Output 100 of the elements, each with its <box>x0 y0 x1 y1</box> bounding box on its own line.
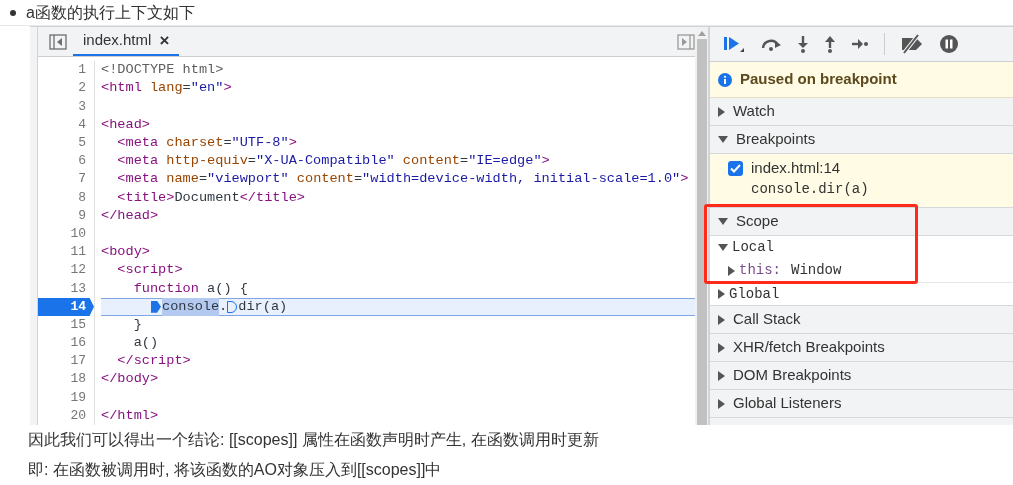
collapsed-triangle-icon[interactable] <box>718 106 725 117</box>
line-number: 8 <box>78 188 86 207</box>
line-number: 15 <box>70 315 86 334</box>
code-token: <body> <box>101 243 150 262</box>
line-number: 5 <box>78 134 86 152</box>
code-token: name <box>165 170 199 189</box>
line-number: 10 <box>70 224 86 243</box>
section-header[interactable]: Global Listeners <box>710 390 1013 418</box>
line-number: 17 <box>70 352 86 371</box>
code-token: charset <box>165 134 224 152</box>
code-token: = <box>353 170 363 189</box>
line-number: 19 <box>70 388 86 407</box>
step-into-icon[interactable] <box>797 35 809 53</box>
code-token: <head> <box>101 115 150 134</box>
code-token: </script> <box>116 352 191 371</box>
checkbox[interactable] <box>728 161 743 176</box>
collapsed-triangle-icon[interactable] <box>718 370 725 381</box>
bullet-icon <box>10 9 16 16</box>
code-token: "UTF-8" <box>231 134 289 152</box>
code-token: <meta <box>116 152 159 171</box>
code-token: } <box>132 315 142 334</box>
code-token: </html> <box>101 406 159 425</box>
step-out-icon[interactable] <box>824 35 836 53</box>
line-number: 1 <box>78 61 86 80</box>
section-header[interactable]: DOM Breakpoints <box>710 362 1013 390</box>
line-number: 3 <box>78 97 86 116</box>
breakpoint-code: console.dir(a) <box>751 179 869 199</box>
code-token: <title> <box>116 188 175 207</box>
step-over-icon[interactable] <box>760 37 782 51</box>
code-token: > <box>288 134 297 152</box>
line-number: 20 <box>70 406 86 425</box>
section-header[interactable]: Watch <box>710 98 1013 126</box>
code-token: > <box>541 152 550 171</box>
property-value: Window <box>791 261 842 280</box>
code-token: = <box>198 170 208 189</box>
collapsed-triangle-icon[interactable] <box>718 289 725 299</box>
code-token: "width=device-width, initial-scale=1.0" <box>362 170 681 189</box>
code-token: > <box>223 79 232 98</box>
resume-icon[interactable] <box>723 34 745 54</box>
deactivate-breakpoints-icon[interactable] <box>900 34 924 54</box>
line-number: 4 <box>78 115 86 134</box>
expanded-triangle-icon[interactable] <box>718 136 728 143</box>
line-number: 13 <box>70 279 86 298</box>
line-number: 16 <box>70 334 86 353</box>
pause-icon[interactable] <box>939 34 959 54</box>
step-icon[interactable] <box>851 38 869 50</box>
code-token: = <box>223 134 232 152</box>
code-token: </body> <box>101 370 159 389</box>
scope-item[interactable]: Global <box>710 282 1013 305</box>
code-token: </head> <box>101 206 159 225</box>
code-token: Document <box>174 188 240 207</box>
scope-property[interactable]: this: Window <box>710 259 1013 282</box>
code-token: "en" <box>190 79 224 98</box>
code-token: <script> <box>116 261 183 280</box>
code-token: "IE=edge" <box>468 152 542 171</box>
code-token: a() <box>132 334 159 353</box>
code-token: = <box>182 79 191 98</box>
line-number: 7 <box>78 170 86 189</box>
code-token: content <box>401 152 460 171</box>
line-number: 9 <box>78 206 86 225</box>
collapsed-triangle-icon[interactable] <box>718 314 725 325</box>
code-token: dir(a) <box>238 297 288 316</box>
sidebar-toggle-icon[interactable] <box>677 33 695 50</box>
collapsed-triangle-icon[interactable] <box>718 398 725 409</box>
code-token: "viewport" <box>207 170 289 189</box>
scrollbar-thumb[interactable] <box>696 39 707 425</box>
expanded-triangle-icon[interactable] <box>718 218 728 225</box>
section-header[interactable]: XHR/fetch Breakpoints <box>710 334 1013 362</box>
scope-item[interactable]: Local <box>710 236 1013 259</box>
paused-message: Paused on breakpoint <box>740 69 897 90</box>
property-name: this: <box>739 261 781 280</box>
code-token: <!DOCTYPE html> <box>101 61 224 80</box>
code-token: a() { <box>206 279 248 298</box>
code-token: </title> <box>239 188 305 207</box>
code-token: content <box>295 170 354 189</box>
code-token: console <box>162 297 220 316</box>
section-header[interactable]: Call Stack <box>710 306 1013 334</box>
code-token: lang <box>148 79 183 98</box>
code-token: . <box>219 297 228 316</box>
info-icon <box>718 72 732 87</box>
sidebar-toggle-icon[interactable] <box>49 33 67 50</box>
code-token: <html <box>101 79 142 98</box>
line-number: 18 <box>70 370 86 389</box>
expanded-triangle-icon[interactable] <box>718 244 728 251</box>
code-token: > <box>680 170 689 189</box>
code-token: = <box>459 152 469 171</box>
breakpoint-marker-icon[interactable] <box>151 300 161 313</box>
paragraph-text: 即: 在函数被调用时, 将该函数的AO对象压入到[[scopes]]中 <box>28 460 443 480</box>
collapsed-triangle-icon[interactable] <box>718 342 725 353</box>
collapsed-triangle-icon[interactable] <box>728 265 735 276</box>
line-number: 12 <box>70 261 86 280</box>
code-token: = <box>247 152 256 171</box>
breakpoint-line-number[interactable]: 14 <box>38 297 94 316</box>
code-token: "X-UA-Compatible" <box>256 152 395 171</box>
breakpoint-label: index.html:14 <box>751 158 841 179</box>
line-number: 2 <box>78 79 86 98</box>
line-number: 11 <box>70 243 86 262</box>
file-tab[interactable]: index.html × <box>73 27 180 57</box>
line-number: 6 <box>78 152 86 171</box>
code-token: <meta <box>116 134 159 152</box>
